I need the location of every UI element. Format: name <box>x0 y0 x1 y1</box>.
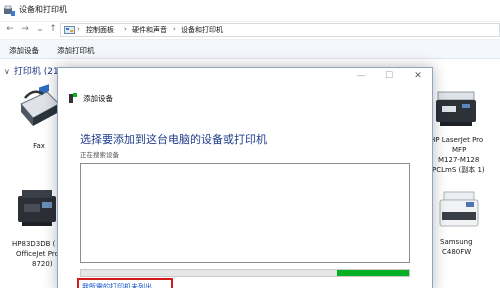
recent-locations-icon[interactable]: ⌄ <box>35 24 45 35</box>
address-bar: ← → ⌄ ↑ › 控制面板 › 硬件和声音 › 设备和打印机 <box>0 22 500 38</box>
breadcrumb-separator: › <box>173 25 176 33</box>
search-progress-bar <box>80 269 410 277</box>
search-status: 正在搜索设备 <box>80 151 119 159</box>
minimize-button[interactable]: — <box>354 71 368 81</box>
back-icon[interactable]: ← <box>5 24 15 35</box>
chevron-down-icon: ∨ <box>4 67 10 76</box>
dialog-title: 添加设备 <box>83 94 113 103</box>
device-name-line: MFP <box>452 146 467 154</box>
device-name-line: HP LaserJet Pro <box>430 136 484 144</box>
device-samsung[interactable]: Samsung C480FW <box>426 188 500 257</box>
command-bar: 添加设备 添加打印机 <box>0 39 500 59</box>
device-name-line: C480FW <box>442 248 472 256</box>
breadcrumb-devices-printers[interactable]: 设备和打印机 <box>181 25 223 35</box>
up-icon[interactable]: ↑ <box>48 24 58 35</box>
forward-icon[interactable]: → <box>20 24 30 35</box>
printer-icon <box>18 190 56 226</box>
add-device-button[interactable]: 添加设备 <box>9 45 39 56</box>
device-name-line: PCLmS (副本 1) <box>432 166 485 174</box>
window-titlebar: 设备和打印机 <box>0 0 500 22</box>
breadcrumb-hardware-sound[interactable]: 硬件和声音 <box>132 25 167 35</box>
add-device-icon <box>69 93 77 103</box>
progress-fill <box>336 270 409 276</box>
close-button[interactable]: ✕ <box>411 71 425 81</box>
add-device-dialog: — ☐ ✕ 添加设备 选择要添加到这台电脑的设备或打印机 正在搜索设备 我所需的… <box>57 67 433 288</box>
printer-icon <box>439 191 479 227</box>
devices-printers-icon <box>4 5 15 16</box>
control-panel-icon <box>64 26 75 34</box>
dialog-heading: 选择要添加到这台电脑的设备或打印机 <box>80 133 267 146</box>
device-name-line: Samsung <box>440 238 473 246</box>
maximize-button[interactable]: ☐ <box>382 71 396 81</box>
printer-not-listed-link[interactable]: 我所需的打印机未列出 <box>77 278 173 288</box>
breadcrumb-separator: › <box>77 25 80 33</box>
device-hp-laserjet[interactable]: HP LaserJet Pro MFP M127-M128 PCLmS (副本 … <box>426 84 500 175</box>
breadcrumb[interactable]: › 控制面板 › 硬件和声音 › 设备和打印机 <box>60 23 500 37</box>
device-name-line: M127-M128 <box>438 156 480 164</box>
window-title: 设备和打印机 <box>19 5 67 14</box>
printers-group-label: 打印机 (21) <box>13 67 63 77</box>
printer-icon <box>436 91 476 126</box>
breadcrumb-separator: › <box>124 25 127 33</box>
add-printer-button[interactable]: 添加打印机 <box>57 45 95 56</box>
device-list[interactable] <box>80 163 410 263</box>
printers-group-header[interactable]: ∨ 打印机 (21) <box>4 64 62 77</box>
breadcrumb-control-panel[interactable]: 控制面板 <box>86 25 114 35</box>
